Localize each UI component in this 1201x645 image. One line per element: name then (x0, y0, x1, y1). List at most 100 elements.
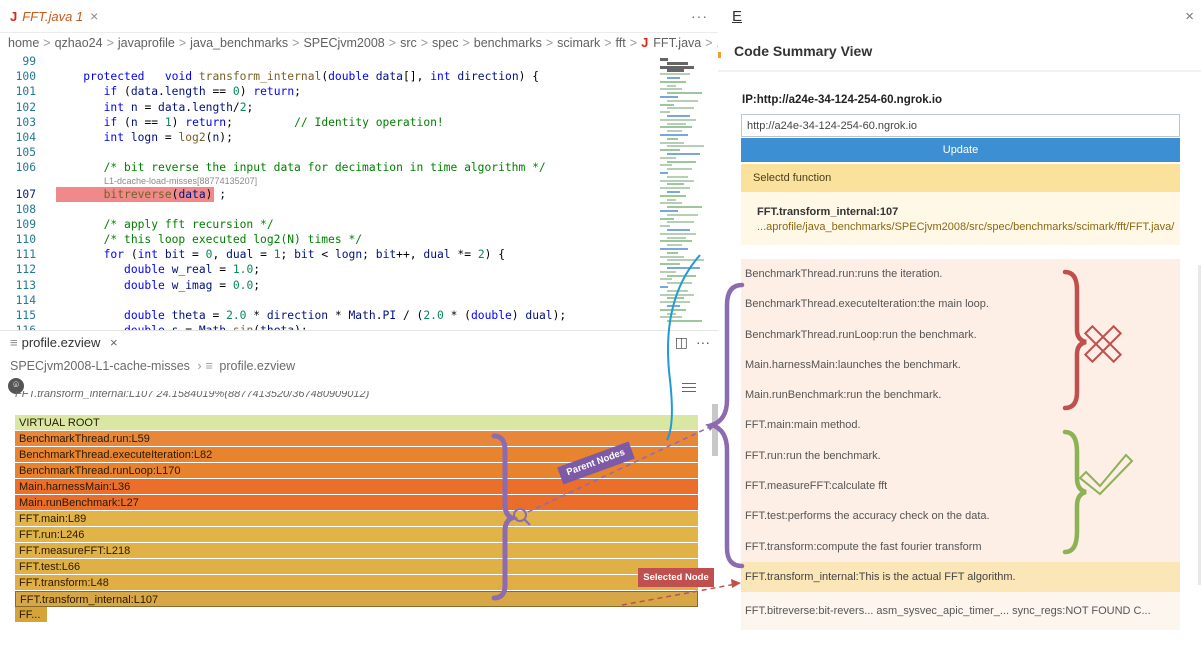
minimap-line (667, 236, 686, 239)
selected-function-name: FFT.transform_internal:107 (757, 206, 899, 218)
call-chain-item[interactable]: BenchmarkThread.runLoop:run the benchmar… (741, 319, 1180, 350)
selected-function-card: FFT.transform_internal:107 ...aprofile/j… (741, 192, 1180, 245)
tab-profile-ezview[interactable]: ≡ profile.ezview × (10, 335, 118, 350)
flamegraph-tooltip: FFT.transform_internal:L107 24.1584019%(… (15, 391, 370, 399)
selected-function-summary[interactable]: FFT.transform_internal:This is the actua… (741, 561, 1180, 593)
call-chain-item[interactable]: Main.harnessMain:launches the benchmark. (741, 349, 1180, 381)
java-file-icon: J (10, 8, 18, 24)
highlighted-code-line[interactable]: 107 bitreverse(data) ; (0, 186, 655, 202)
breadcrumb-item[interactable]: spec (432, 36, 458, 50)
call-chain-item[interactable]: Main.runBenchmark:run the benchmark. (741, 380, 1180, 411)
minimap-line (667, 84, 676, 87)
code-view[interactable]: 99 100 protected void transform_internal… (0, 54, 655, 330)
code-line: 110 /* this loop executed log2(N) times … (15, 233, 363, 247)
minimap-line (660, 316, 682, 319)
minimap-line (667, 267, 700, 269)
more-actions-icon[interactable]: ··· (696, 334, 710, 350)
minimap-line (660, 217, 674, 220)
split-editor-icon[interactable]: ◫ (675, 334, 688, 351)
minimap-line (667, 92, 702, 95)
code-line: 115 double theta = 2.0 * direction * Mat… (15, 309, 567, 322)
breadcrumb-item[interactable]: benchmarks (474, 36, 542, 50)
breadcrumb-item[interactable]: java_benchmarks (190, 36, 288, 50)
flamegraph-frame[interactable]: FFT.test:L66 (15, 559, 698, 575)
tab-fft-java[interactable]: J FFT.java 1 × (0, 0, 108, 33)
divider (718, 70, 1201, 72)
minimap-line (660, 232, 696, 235)
breadcrumb-item[interactable]: SPECjvm2008-L1-cache-misses (10, 359, 190, 373)
breadcrumb-item[interactable]: qzhao24 (55, 36, 103, 50)
minimap-line (667, 191, 680, 193)
breadcrumb-separator: > (420, 36, 429, 50)
menu-icon[interactable] (682, 380, 696, 395)
breadcrumb-item[interactable]: src (400, 36, 417, 50)
call-chain-item[interactable]: BenchmarkThread.run:runs the iteration. (741, 259, 1180, 290)
minimap-line (660, 255, 684, 258)
minimap-line (660, 96, 678, 98)
flamegraph-frame[interactable]: FFT.run:L246 (15, 527, 698, 543)
breadcrumb-item[interactable]: FFT.java (653, 36, 701, 50)
minimap-line (660, 293, 694, 296)
code-line: 108 (15, 202, 36, 216)
flamegraph-frame[interactable]: Main.runBenchmark:L27 (15, 495, 698, 511)
flamegraph-frame[interactable]: BenchmarkThread.runLoop:L170 (15, 463, 698, 479)
minimap-line (660, 240, 692, 243)
flamegraph-frame[interactable]: BenchmarkThread.run:L59 (15, 431, 698, 447)
breadcrumb-item[interactable]: javaprofile (118, 36, 175, 50)
flamegraph-frame[interactable]: FFT.transform_internal:L107 (15, 591, 698, 607)
tab-summary[interactable]: E (732, 8, 742, 25)
close-icon[interactable]: × (90, 8, 98, 24)
callee-list[interactable]: FFT.bitreverse:bit-revers... asm_sysvec_… (741, 592, 1180, 631)
more-actions-icon[interactable]: ··· (691, 8, 708, 24)
minimap-line (667, 130, 682, 133)
call-chain-item[interactable]: FFT.measureFFT:calculate fft (741, 471, 1180, 502)
minimap[interactable] (658, 54, 706, 330)
title-accent (718, 52, 721, 58)
minimap-line (660, 301, 690, 304)
editor-tabbar: J FFT.java 1 × ··· (0, 0, 718, 33)
flamegraph-frame[interactable]: FF... (15, 607, 47, 623)
minimap-line (660, 172, 668, 174)
flamegraph-frame[interactable]: FFT.main:L89 (15, 511, 698, 527)
minimap-line (660, 210, 678, 212)
tab-label: profile.ezview (21, 335, 101, 350)
minimap-line (667, 77, 680, 79)
breadcrumb-separator: > (462, 36, 470, 50)
minimap-line (660, 270, 676, 273)
minimap-line (660, 225, 670, 228)
code-line: 101 if (data.length == 0) return; (15, 85, 301, 99)
close-icon[interactable]: × (110, 335, 118, 350)
flamegraph-frame[interactable]: VIRTUAL ROOT (15, 415, 698, 431)
flamegraph-frame[interactable]: Main.harnessMain:L36 (15, 479, 698, 495)
minimap-line (660, 164, 672, 167)
close-icon[interactable]: × (1185, 8, 1194, 25)
minimap-line (660, 88, 682, 91)
call-chain-item[interactable]: BenchmarkThread.executeIteration:the mai… (741, 289, 1180, 320)
breadcrumb-item[interactable]: SPECjvm2008 (303, 36, 384, 50)
minimap-line (660, 308, 686, 311)
flamegraph-frame[interactable]: FFT.transform:L48 (15, 575, 698, 591)
minimap-line (667, 168, 692, 171)
breadcrumb-item[interactable]: fft (616, 36, 626, 50)
call-chain-item[interactable]: FFT.test:performs the accuracy check on … (741, 501, 1180, 532)
breadcrumb-item[interactable]: profile.ezview (219, 359, 295, 373)
breadcrumb-item[interactable]: scimark (557, 36, 600, 50)
code-line: 109 /* apply fft recursion */ (15, 217, 274, 231)
minimap-line (667, 99, 698, 102)
minimap-line (667, 160, 696, 163)
minimap-line (660, 134, 688, 136)
minimap-line (667, 305, 680, 307)
minimap-line (660, 141, 684, 144)
summary-panel: E × Code Summary View IP:http://a24e-34-… (718, 0, 1201, 645)
breadcrumb-item[interactable]: home (8, 36, 39, 50)
update-button[interactable]: Update (741, 138, 1180, 162)
selected-function-header: Selectd function (741, 164, 1180, 192)
flamegraph-frame[interactable]: FFT.measureFFT:L218 (15, 543, 698, 559)
code-editor: J FFT.java 1 × ··· home > qzhao24 > javaprof… (0, 0, 718, 330)
ip-input[interactable] (741, 114, 1180, 137)
call-chain-item[interactable]: FFT.main:main method. (741, 410, 1180, 441)
flamegraph-frame[interactable]: BenchmarkThread.executeIteration:L82 (15, 447, 698, 463)
call-chain-item[interactable]: FFT.run:run the benchmark. (741, 440, 1180, 472)
minimap-line (660, 187, 690, 190)
call-chain-item[interactable]: FFT.transform:compute the fast fourier t… (741, 531, 1180, 562)
